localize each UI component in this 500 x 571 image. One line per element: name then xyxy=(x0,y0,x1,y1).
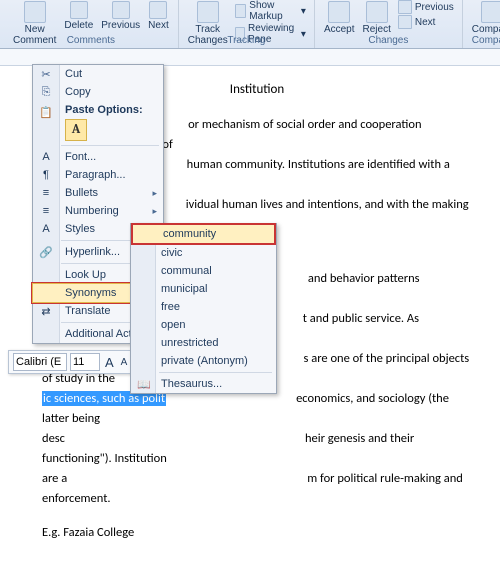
thesaurus-icon: 📖 xyxy=(136,376,152,392)
menu-copy[interactable]: Copy xyxy=(33,83,163,101)
synonym-item[interactable]: community xyxy=(131,223,276,245)
group-label: Comments xyxy=(67,35,115,48)
new-comment-button[interactable]: NewComment xyxy=(10,0,59,47)
delete-comment-button[interactable]: Delete xyxy=(61,0,96,32)
menu-cut[interactable]: Cut xyxy=(33,65,163,83)
previous-comment-button[interactable]: Previous xyxy=(98,0,143,32)
reject-icon xyxy=(366,1,388,23)
group-label: Compare xyxy=(472,35,500,48)
paste-options-header: 📋Paste Options: xyxy=(33,101,163,117)
reject-button[interactable]: Reject xyxy=(360,0,394,36)
synonyms-submenu: community civic communal municipal free … xyxy=(130,223,277,394)
accept-icon xyxy=(328,1,350,23)
next-icon xyxy=(398,15,412,29)
group-changes: Accept Reject Previous Next Changes xyxy=(315,0,463,48)
numbering-icon: ≡ xyxy=(38,203,54,219)
track-changes-button[interactable]: TrackChanges xyxy=(185,0,231,47)
markup-icon xyxy=(235,4,247,18)
new-comment-icon xyxy=(24,1,46,23)
compare-icon xyxy=(481,1,500,23)
previous-icon xyxy=(398,0,412,14)
font-size-input[interactable] xyxy=(70,353,100,371)
translate-icon: ⇄ xyxy=(38,303,54,319)
cut-icon xyxy=(38,66,54,82)
delete-icon xyxy=(70,1,88,19)
group-tracking: TrackChanges Show Markup ▾ Reviewing Pan… xyxy=(179,0,315,48)
group-compare: Compare Compare xyxy=(463,0,500,48)
synonym-item[interactable]: free xyxy=(131,298,276,316)
synonym-item[interactable]: communal xyxy=(131,262,276,280)
next-icon xyxy=(149,1,167,19)
font-icon: A xyxy=(38,149,54,165)
font-name-input[interactable] xyxy=(13,353,67,371)
shrink-font-button[interactable]: A xyxy=(119,357,130,368)
thesaurus-item[interactable]: 📖Thesaurus... xyxy=(131,375,276,393)
synonym-item[interactable]: civic xyxy=(131,244,276,262)
previous-icon xyxy=(112,1,130,19)
show-markup-button[interactable]: Show Markup ▾ xyxy=(233,0,308,22)
synonym-item[interactable]: private (Antonym) xyxy=(131,352,276,370)
group-label: Tracking xyxy=(227,35,265,48)
paste-icon: 📋 xyxy=(38,104,54,120)
hyperlink-icon: 🔗 xyxy=(38,244,54,260)
copy-icon xyxy=(38,84,54,100)
changes-previous-button[interactable]: Previous xyxy=(396,0,456,14)
grow-font-button[interactable]: A xyxy=(103,355,116,370)
menu-numbering[interactable]: ≡Numbering xyxy=(33,202,163,220)
menu-font[interactable]: AFont... xyxy=(33,148,163,166)
synonym-item[interactable]: municipal xyxy=(131,280,276,298)
ribbon: NewComment Delete Previous Next Comments… xyxy=(0,0,500,49)
changes-next-button[interactable]: Next xyxy=(396,15,456,29)
menu-bullets[interactable]: ≡Bullets xyxy=(33,184,163,202)
group-comments: NewComment Delete Previous Next Comments xyxy=(4,0,179,48)
synonym-item[interactable]: unrestricted xyxy=(131,334,276,352)
track-changes-icon xyxy=(197,1,219,23)
group-label: Changes xyxy=(368,35,408,48)
menu-paragraph[interactable]: ¶Paragraph... xyxy=(33,166,163,184)
next-comment-button[interactable]: Next xyxy=(145,0,172,32)
bullets-icon: ≡ xyxy=(38,185,54,201)
accept-button[interactable]: Accept xyxy=(321,0,358,36)
compare-button[interactable]: Compare xyxy=(469,0,500,36)
paragraph: E.g. Fazaia College xyxy=(42,523,472,543)
paragraph-icon: ¶ xyxy=(38,167,54,183)
styles-icon: A xyxy=(38,221,54,237)
paste-keep-formatting[interactable]: A xyxy=(65,119,87,141)
synonym-item[interactable]: open xyxy=(131,316,276,334)
